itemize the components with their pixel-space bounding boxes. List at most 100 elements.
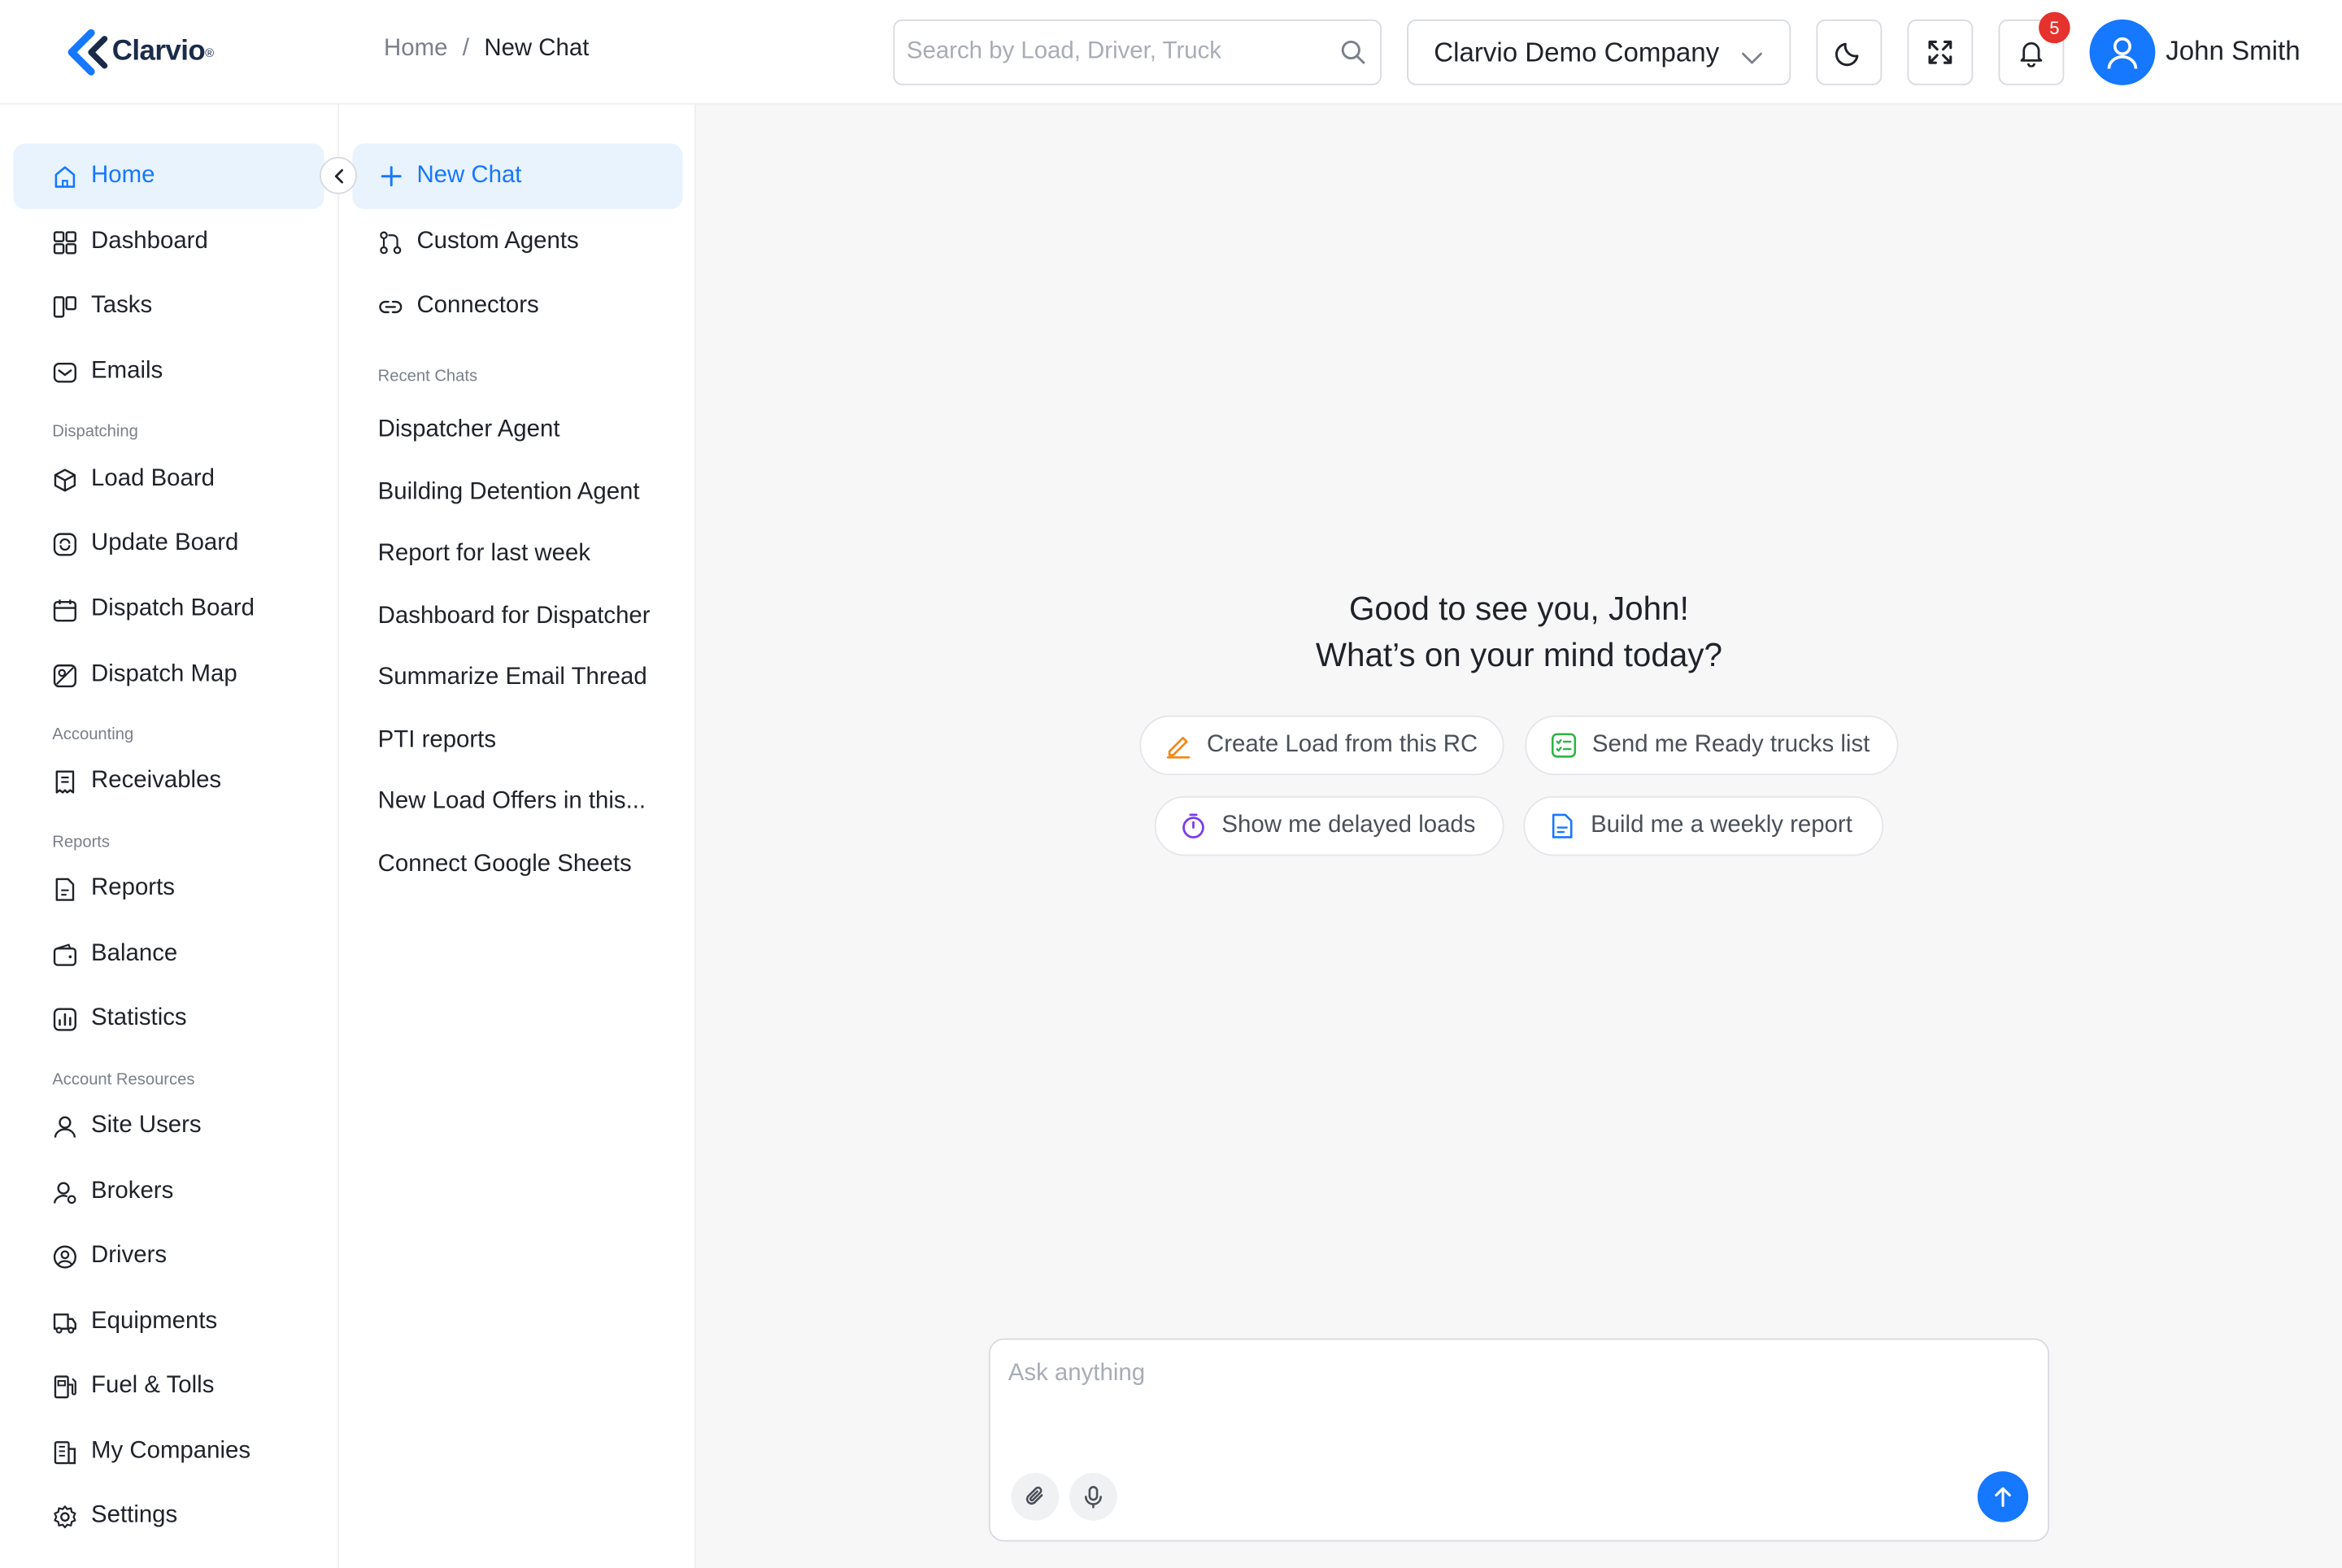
- recent-chat-item[interactable]: Report for last week: [378, 541, 590, 568]
- breadcrumb: Home / New Chat: [384, 36, 589, 63]
- calendar-icon: [52, 597, 77, 622]
- sidebar-item-label: Dispatch Board: [91, 595, 255, 622]
- chevron-down-icon: [1740, 43, 1764, 75]
- sidebar-item-tasks[interactable]: Tasks: [14, 273, 324, 339]
- home-icon: [52, 163, 77, 189]
- message-input[interactable]: [1008, 1361, 2024, 1451]
- search-box: [893, 19, 1382, 85]
- sidebar-item-fuel-tolls[interactable]: Fuel & Tolls: [14, 1353, 324, 1419]
- attach-button[interactable]: [1011, 1472, 1060, 1521]
- search-icon[interactable]: [1340, 39, 1367, 73]
- recent-chat-item[interactable]: Connect Google Sheets: [378, 852, 632, 878]
- recent-chats-title: Recent Chats: [377, 367, 478, 385]
- sidebar-item-dispatch-board[interactable]: Dispatch Board: [14, 577, 324, 642]
- recent-chat-item[interactable]: PTI reports: [378, 727, 496, 754]
- sidebar-item-label: Emails: [91, 358, 163, 385]
- recent-chat-item[interactable]: Building Detention Agent: [378, 480, 640, 507]
- suggestion-delayed-loads[interactable]: Show me delayed loads: [1154, 795, 1504, 856]
- suggestion-create-load[interactable]: Create Load from this RC: [1139, 715, 1504, 776]
- sidebar-item-dashboard[interactable]: Dashboard: [14, 209, 324, 275]
- broker-icon: [52, 1179, 77, 1204]
- box-icon: [52, 467, 77, 492]
- sidebar-item-drivers[interactable]: Drivers: [14, 1223, 324, 1289]
- sidebar-item-dispatch-map[interactable]: Dispatch Map: [14, 642, 324, 708]
- top-header: Clarvio® Home / New Chat Clarvio Demo Co…: [0, 0, 2342, 105]
- sidebar-item-site-users[interactable]: Site Users: [14, 1093, 324, 1159]
- sidebar-item-receivables[interactable]: Receivables: [14, 748, 324, 814]
- fullscreen-button[interactable]: [1907, 19, 1974, 85]
- sidebar-item-balance[interactable]: Balance: [14, 921, 324, 987]
- new-chat-button[interactable]: New Chat: [352, 143, 683, 210]
- sidebar-item-label: Brokers: [91, 1178, 174, 1204]
- microphone-button[interactable]: [1069, 1472, 1117, 1521]
- grid-icon: [52, 229, 77, 255]
- app-root: Clarvio® Home / New Chat Clarvio Demo Co…: [0, 0, 2342, 1568]
- sidebar-item-emails[interactable]: Emails: [14, 339, 324, 405]
- suggestion-label: Create Load from this RC: [1207, 731, 1478, 758]
- suggestion-label: Send me Ready trucks list: [1591, 731, 1870, 758]
- user-avatar-icon: [2107, 37, 2138, 69]
- logo-text: Clarvio: [111, 36, 206, 68]
- bell-icon: [2020, 41, 2043, 68]
- logo-mark-icon: [67, 28, 108, 76]
- arrow-up-icon: [1995, 1487, 2011, 1507]
- sidebar-item-home[interactable]: Home: [13, 143, 324, 210]
- section-title-reports: Reports: [52, 833, 111, 852]
- breadcrumb-current: New Chat: [484, 36, 590, 62]
- user-icon: [52, 1113, 77, 1139]
- logo-registered-mark: ®: [205, 46, 215, 59]
- custom-agents-link[interactable]: Custom Agents: [352, 209, 682, 275]
- greeting: Good to see you, John! What’s on your mi…: [696, 586, 2342, 678]
- sidebar-item-brokers[interactable]: Brokers: [14, 1159, 324, 1225]
- microphone-icon: [1084, 1486, 1102, 1509]
- suggestion-label: Build me a weekly report: [1591, 812, 1852, 838]
- user-name[interactable]: John Smith: [2166, 36, 2300, 68]
- recent-chat-item[interactable]: Dispatcher Agent: [378, 416, 560, 443]
- suggestion-weekly-report[interactable]: Build me a weekly report: [1523, 795, 1884, 856]
- logo[interactable]: Clarvio ®: [66, 28, 214, 76]
- sidebar-item-update-board[interactable]: Update Board: [14, 511, 324, 577]
- sidebar-item-label: Drivers: [91, 1243, 168, 1269]
- recent-chat-item[interactable]: Summarize Email Thread: [378, 664, 647, 691]
- sidebar-item-label: Site Users: [91, 1113, 202, 1139]
- kanban-icon: [52, 294, 77, 319]
- wallet-icon: [52, 942, 77, 967]
- paperclip-icon: [1025, 1486, 1043, 1505]
- fullscreen-icon: [1928, 40, 1952, 64]
- notification-count-badge: 5: [2039, 11, 2070, 44]
- sidebar-item-label: Equipments: [91, 1308, 218, 1335]
- moon-icon: [1835, 42, 1859, 67]
- suggestion-ready-trucks[interactable]: Send me Ready trucks list: [1525, 715, 1899, 776]
- connectors-label: Connectors: [416, 292, 539, 319]
- sidebar: Home Dashboard Tasks Emails Dispatching …: [0, 104, 339, 1568]
- company-selector[interactable]: Clarvio Demo Company: [1407, 19, 1791, 85]
- receipt-icon: [52, 769, 77, 794]
- greeting-line-1: Good to see you, John!: [1348, 590, 1689, 628]
- greeting-line-2: What’s on your mind today?: [1315, 636, 1722, 674]
- chevron-left-icon: [333, 168, 343, 183]
- send-button[interactable]: [1977, 1471, 2029, 1522]
- sidebar-item-my-companies[interactable]: My Companies: [14, 1419, 324, 1485]
- plus-icon: [378, 163, 403, 189]
- breadcrumb-separator: /: [462, 36, 469, 62]
- search-input[interactable]: [906, 36, 1326, 69]
- breadcrumb-home[interactable]: Home: [384, 36, 447, 63]
- theme-toggle-button[interactable]: [1816, 19, 1883, 85]
- sidebar-item-equipments[interactable]: Equipments: [14, 1289, 324, 1355]
- recent-chat-item[interactable]: New Load Offers in this...: [378, 789, 646, 816]
- document-icon: [1549, 812, 1576, 839]
- sidebar-item-load-board[interactable]: Load Board: [14, 446, 324, 512]
- collapse-sidebar-button[interactable]: [320, 156, 357, 194]
- sidebar-item-label: Update Board: [91, 530, 239, 556]
- connectors-link[interactable]: Connectors: [352, 273, 682, 339]
- sidebar-item-reports[interactable]: Reports: [14, 856, 324, 921]
- refresh-icon: [52, 531, 77, 556]
- new-chat-label: New Chat: [416, 163, 522, 189]
- sidebar-item-settings[interactable]: Settings: [14, 1483, 324, 1549]
- avatar[interactable]: [2089, 19, 2156, 85]
- sidebar-item-statistics[interactable]: Statistics: [14, 986, 324, 1052]
- mail-icon: [52, 359, 77, 385]
- recent-chat-item[interactable]: Dashboard for Dispatcher: [378, 603, 651, 630]
- sidebar-item-label: My Companies: [91, 1438, 251, 1464]
- sidebar-item-label: Statistics: [91, 1005, 187, 1031]
